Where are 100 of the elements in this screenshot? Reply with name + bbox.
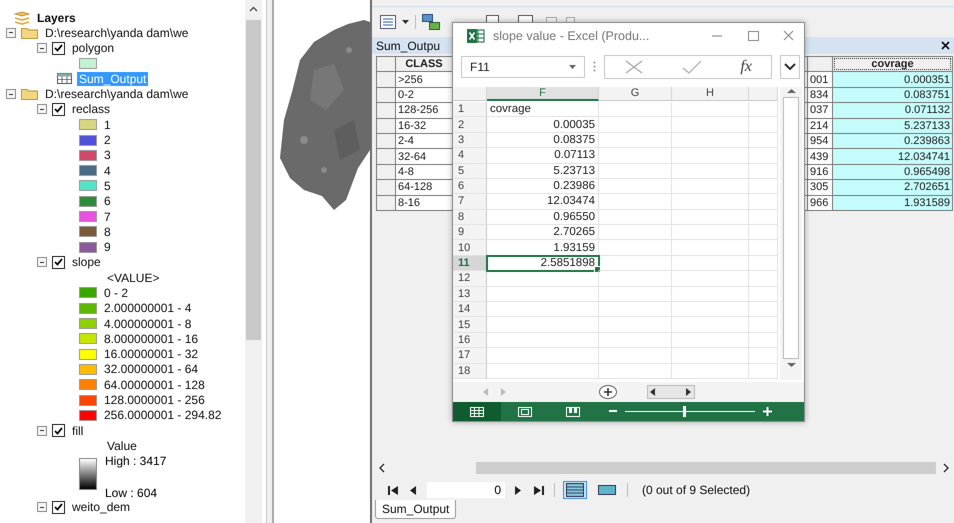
spreadsheet-cell[interactable] (599, 194, 672, 210)
spreadsheet-cell[interactable] (599, 364, 672, 379)
spreadsheet-cell[interactable] (672, 256, 749, 272)
spreadsheet-cell[interactable] (672, 348, 749, 364)
panel-splitter[interactable] (266, 0, 274, 523)
spreadsheet-cell[interactable] (672, 164, 749, 179)
checkbox[interactable] (52, 256, 65, 269)
row-header[interactable]: 12 (453, 271, 487, 287)
row-header[interactable]: 8 (453, 210, 487, 226)
row-header[interactable]: 3 (453, 132, 487, 148)
spreadsheet-cell[interactable] (487, 302, 599, 318)
spreadsheet-cell[interactable] (672, 210, 749, 226)
row-header[interactable]: 4 (453, 148, 487, 164)
spreadsheet-cell[interactable]: 2.5851898 (487, 256, 599, 272)
row-header[interactable]: 1 (453, 102, 487, 118)
spreadsheet-cell[interactable]: 0.08375 (487, 132, 599, 148)
row-header[interactable]: 5 (453, 164, 487, 179)
spreadsheet-cell[interactable] (672, 132, 749, 148)
related-tables-icon[interactable] (422, 14, 440, 30)
row-header[interactable]: 16 (453, 332, 487, 348)
row-header[interactable]: 9 (453, 225, 487, 240)
vertical-scrollbar[interactable] (780, 86, 802, 380)
insert-function-label[interactable]: fx (740, 58, 752, 76)
spreadsheet-cell[interactable] (487, 271, 599, 287)
spreadsheet-cell[interactable]: 1.93159 (487, 240, 599, 256)
view-mode-button[interactable] (453, 402, 501, 421)
spreadsheet-cell[interactable] (599, 240, 672, 256)
spreadsheet-cell[interactable]: 0.07113 (487, 148, 599, 164)
column-header[interactable]: covrage (832, 56, 953, 72)
spreadsheet-cell[interactable] (749, 286, 778, 302)
zoom-slider[interactable] (625, 406, 755, 417)
checkbox[interactable] (52, 102, 65, 116)
spreadsheet-cell[interactable] (749, 148, 778, 164)
spreadsheet-cell[interactable] (672, 364, 749, 379)
row-header[interactable]: 17 (453, 348, 487, 364)
spreadsheet-cell[interactable] (672, 240, 749, 256)
spreadsheet-cell[interactable] (672, 194, 749, 210)
cancel-icon[interactable] (624, 60, 644, 74)
spreadsheet-cell[interactable] (749, 225, 778, 240)
group-path[interactable]: D:\research\yanda dam\we (43, 87, 190, 102)
collapse-icon[interactable] (37, 426, 47, 436)
collapse-icon[interactable] (6, 28, 16, 38)
spreadsheet-cell[interactable] (749, 178, 778, 194)
spreadsheet-cell[interactable] (749, 364, 778, 379)
table-tab[interactable]: Sum_Output (375, 500, 456, 519)
layer-name[interactable]: weito_dem (70, 500, 132, 514)
spreadsheet-cell[interactable] (749, 302, 778, 318)
checkbox[interactable] (52, 42, 65, 55)
spreadsheet-cell[interactable]: 2.70265 (487, 225, 599, 240)
column-header[interactable]: G (599, 86, 672, 101)
spreadsheet-cell[interactable] (749, 164, 778, 179)
row-header[interactable]: 15 (453, 317, 487, 333)
layer-name[interactable]: reclass (70, 102, 112, 116)
spreadsheet-cell[interactable] (599, 117, 672, 133)
spreadsheet-cell[interactable] (749, 117, 778, 133)
first-record-button[interactable] (386, 484, 400, 496)
row-header[interactable]: 13 (453, 286, 487, 302)
spreadsheet-cell[interactable] (672, 317, 749, 333)
spreadsheet-cell[interactable] (749, 240, 778, 256)
column-header[interactable]: H (672, 86, 749, 101)
spreadsheet-cell[interactable] (599, 302, 672, 318)
spreadsheet-cell[interactable] (599, 317, 672, 333)
previous-sheet-icon[interactable] (483, 388, 489, 396)
spreadsheet-cell[interactable] (672, 117, 749, 133)
spreadsheet-cell[interactable] (749, 332, 778, 348)
expand-formula-button[interactable] (780, 54, 800, 79)
spreadsheet-cell[interactable] (749, 194, 778, 210)
fill-handle[interactable] (594, 266, 601, 274)
row-header[interactable]: 6 (453, 178, 487, 194)
spreadsheet-cell[interactable]: 0.00035 (487, 117, 599, 133)
maximize-icon[interactable] (747, 30, 759, 41)
spreadsheet-cell[interactable] (599, 256, 672, 272)
zoom-out-icon[interactable] (609, 410, 617, 413)
spreadsheet-cell[interactable] (599, 332, 672, 348)
checkbox[interactable] (52, 424, 65, 438)
spreadsheet-cell[interactable] (749, 271, 778, 287)
previous-record-button[interactable] (408, 484, 419, 496)
sheet-scrollbar[interactable] (647, 385, 695, 400)
spreadsheet-cell[interactable] (672, 148, 749, 164)
spreadsheet-cell[interactable] (599, 164, 672, 179)
column-header[interactable]: F (487, 86, 599, 101)
group-path[interactable]: D:\research\yanda dam\we (43, 26, 190, 40)
spreadsheet-cell[interactable] (599, 271, 672, 287)
scroll-up-icon[interactable] (249, 6, 258, 12)
spreadsheet-cell[interactable] (749, 256, 778, 272)
spreadsheet-cell[interactable] (487, 286, 599, 302)
spreadsheet-cell[interactable] (672, 271, 749, 287)
close-icon[interactable] (941, 41, 950, 50)
spreadsheet-cell[interactable] (487, 364, 599, 379)
next-sheet-icon[interactable] (501, 388, 507, 396)
spreadsheet-cell[interactable] (672, 102, 749, 118)
scrollbar[interactable] (245, 0, 262, 523)
spreadsheet-cell[interactable] (599, 102, 672, 118)
zoom-in-icon[interactable] (763, 407, 772, 416)
spreadsheet-cell[interactable] (672, 302, 749, 318)
caret-icon[interactable] (402, 20, 409, 24)
row-header[interactable]: 14 (453, 302, 487, 318)
row-header[interactable]: 11 (453, 256, 487, 272)
layer-name[interactable]: polygon (70, 41, 116, 56)
spreadsheet-cell[interactable] (599, 132, 672, 148)
